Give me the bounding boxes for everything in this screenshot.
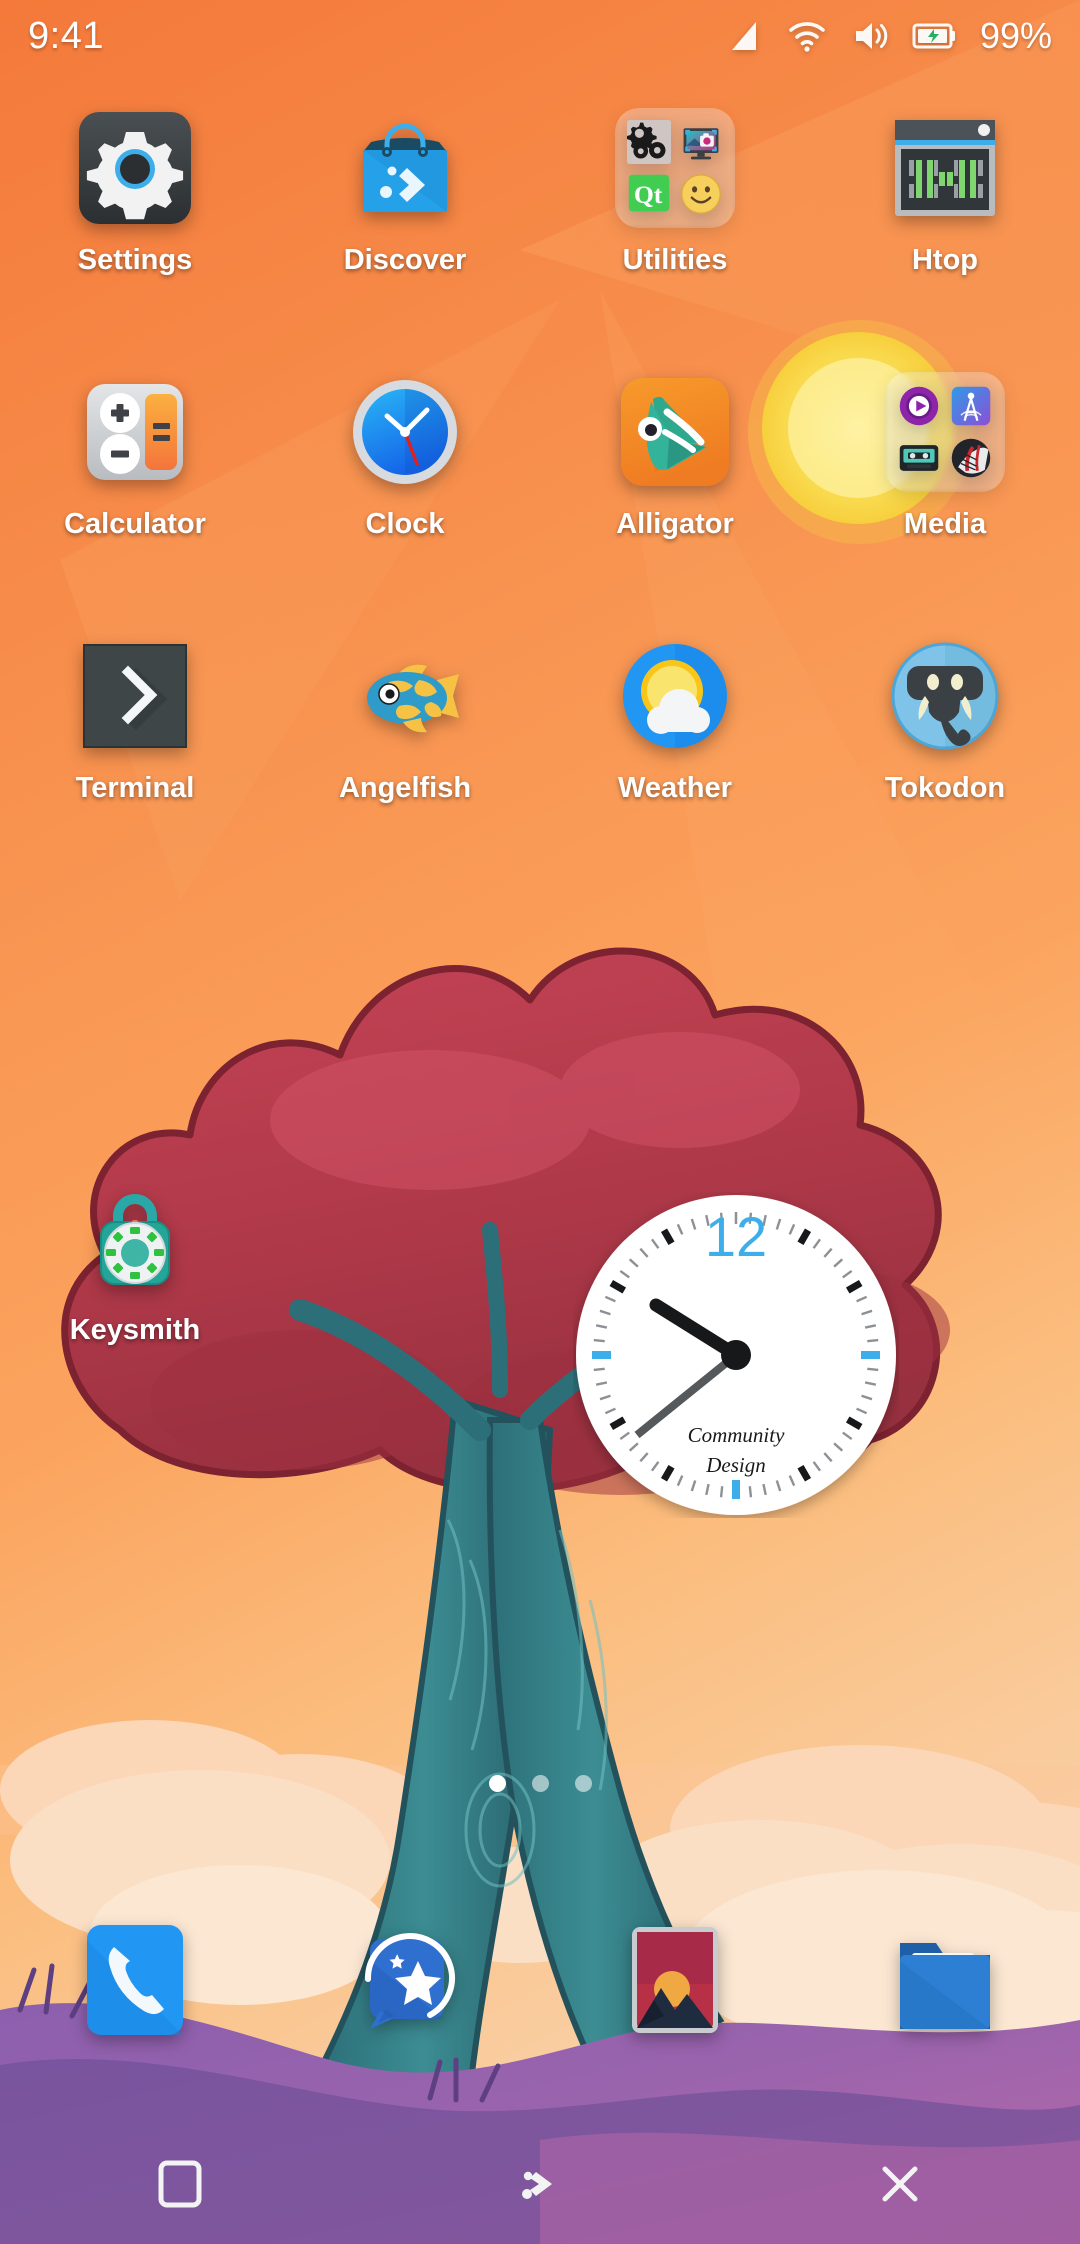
app-label: Alligator	[616, 508, 734, 540]
htop-terminal-icon	[895, 120, 995, 216]
app-label: Settings	[77, 244, 193, 276]
app-label: Angelfish	[338, 772, 472, 804]
nav-button-overview[interactable]	[132, 2136, 228, 2232]
square-overview-icon	[158, 2160, 202, 2208]
status-bar: 9:41 99%	[0, 0, 1080, 72]
files-folder-icon	[900, 1943, 990, 2029]
page-dot-1[interactable]	[488, 1775, 506, 1792]
app-icon-terminal[interactable]: Terminal	[0, 636, 270, 834]
battery-icon	[912, 23, 955, 49]
page-indicator[interactable]	[0, 1775, 1080, 1792]
app-label: Htop	[911, 244, 979, 276]
terminal-prompt-icon	[83, 644, 187, 748]
app-label: Calculator	[64, 508, 206, 540]
close-x-icon	[882, 2166, 918, 2202]
battery-percent-label: 99%	[979, 15, 1052, 56]
gallery-mountain-icon	[632, 1927, 718, 2033]
app-icon-discover[interactable]: Discover	[270, 108, 540, 306]
alligator-icon	[621, 378, 729, 486]
cell-signal-icon	[731, 22, 756, 50]
app-label: Clock	[365, 508, 445, 540]
app-label: Discover	[343, 244, 467, 276]
app-icon-weather[interactable]: Weather	[540, 636, 810, 834]
page-dot-2[interactable]	[531, 1775, 549, 1792]
app-label: Media	[903, 508, 987, 540]
radio-tower-icon	[951, 386, 991, 426]
dock	[0, 1895, 1080, 2065]
weather-sun-cloud-icon	[623, 644, 727, 748]
folder-utilities[interactable]: Qt Utilities	[540, 108, 810, 306]
app-label: Keysmith	[69, 1314, 201, 1346]
keysmith-padlock-icon	[100, 1194, 170, 1285]
status-bar-indicators: 99%	[724, 15, 1052, 57]
tokodon-elephant-icon	[891, 642, 999, 750]
app-label: Weather	[618, 772, 732, 804]
app-icon-alligator[interactable]: Alligator	[540, 372, 810, 570]
app-icon-calculator[interactable]: Calculator	[0, 372, 270, 570]
app-label: Tokodon	[884, 772, 1006, 804]
app-icon-settings[interactable]: Settings	[0, 108, 270, 306]
status-bar-clock: 9:41	[28, 14, 104, 57]
settings-gear-icon	[79, 112, 191, 224]
clock-brand-line1: Community	[688, 1423, 786, 1447]
clock-face-icon	[353, 380, 457, 484]
spectacle-screenshot-icon	[683, 128, 719, 160]
clock-hour-12-label: 12	[705, 1205, 767, 1268]
folder-preview-grid: Qt	[615, 108, 735, 228]
system-navigation-bar	[0, 2124, 1080, 2244]
folder-preview-grid	[885, 372, 1005, 492]
app-label: Terminal	[75, 772, 195, 804]
app-icon-htop[interactable]: Htop	[810, 108, 1080, 306]
folder-media[interactable]: Media	[810, 372, 1080, 570]
smiley-face-icon	[681, 174, 721, 214]
wifi-icon	[789, 22, 825, 52]
app-icon-angelfish[interactable]: Angelfish	[270, 636, 540, 834]
contacts-star-icon	[364, 1933, 455, 2029]
dock-item-contacts[interactable]	[346, 1921, 464, 2039]
phone-handset-icon	[87, 1925, 183, 2035]
volume-icon	[855, 23, 888, 49]
cassette-tape-icon	[899, 445, 939, 471]
qt-logo-icon: Qt	[628, 174, 670, 212]
calculator-icon	[87, 384, 183, 480]
plasma-logo-icon	[522, 2171, 552, 2199]
nav-button-close[interactable]	[852, 2136, 948, 2232]
app-label: Utilities	[622, 244, 728, 276]
vinyl-record-icon	[951, 438, 991, 478]
discover-bag-icon	[363, 123, 447, 212]
angelfish-icon	[367, 664, 459, 733]
app-icon-clock[interactable]: Clock	[270, 372, 540, 570]
system-settings-gears-icon	[627, 120, 671, 164]
analog-clock-widget[interactable]: 12 Community Design	[573, 1192, 899, 1518]
dock-item-phone[interactable]	[76, 1921, 194, 2039]
app-icon-tokodon[interactable]: Tokodon	[810, 636, 1080, 834]
media-player-icon	[899, 386, 939, 426]
nav-button-app-drawer[interactable]	[492, 2136, 588, 2232]
clock-brand-line2: Design	[705, 1453, 766, 1477]
svg-text:Qt: Qt	[634, 180, 663, 209]
page-dot-3[interactable]	[574, 1775, 592, 1792]
dock-item-files[interactable]	[886, 1921, 1004, 2039]
app-icon-keysmith[interactable]: Keysmith	[0, 1178, 270, 1347]
dock-item-gallery[interactable]	[616, 1921, 734, 2039]
clock-widget-face: 12 Community Design	[576, 1195, 896, 1515]
app-grid: Settings Discover Qt Utilities Htop Calc…	[0, 108, 1080, 834]
clock-center-cap	[721, 1340, 751, 1370]
